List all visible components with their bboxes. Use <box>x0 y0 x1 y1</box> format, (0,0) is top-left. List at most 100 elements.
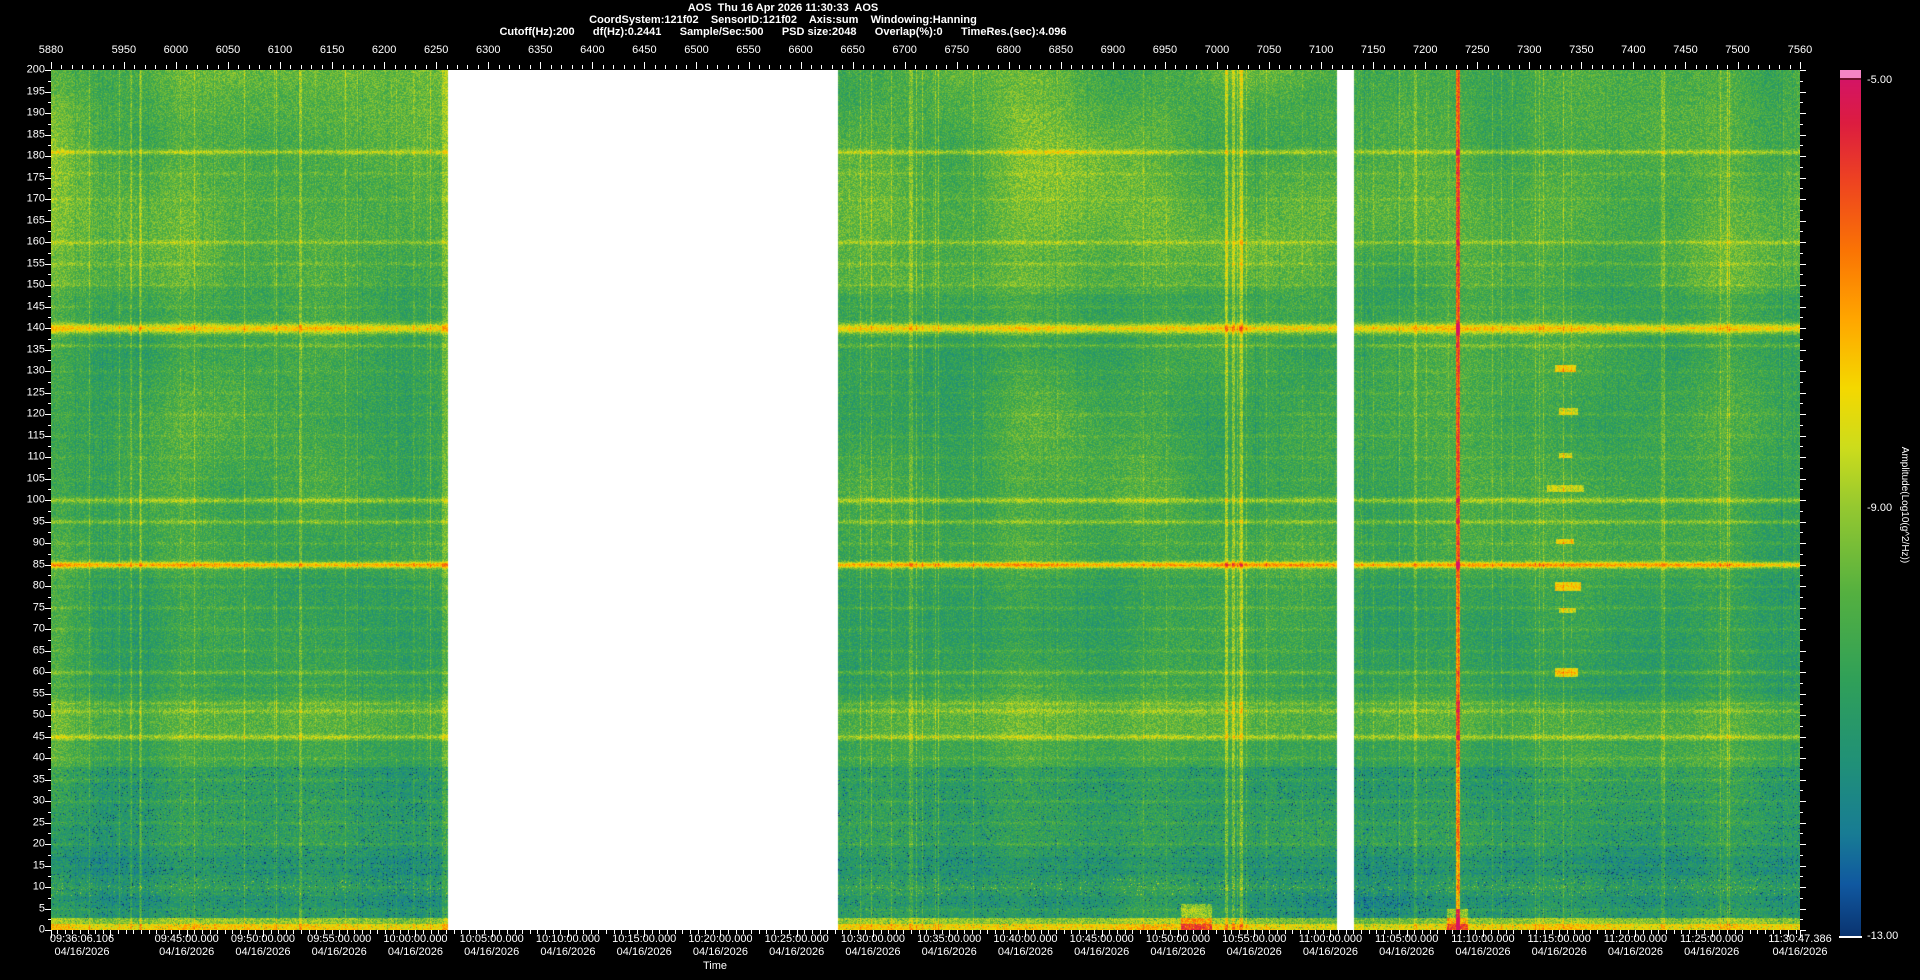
freq-tick-label: 0 <box>38 923 45 936</box>
time-minor-tick <box>507 930 508 934</box>
date-label: 04/16/2026 <box>159 946 215 958</box>
time-minor-tick <box>1628 930 1629 934</box>
freq-major-tick-right <box>1800 135 1806 136</box>
time-minor-tick <box>1445 930 1446 934</box>
freq-tick-label: 120 <box>26 407 45 420</box>
record-minor-tick <box>1467 65 1468 69</box>
date-label: 04/16/2026 <box>1150 946 1206 958</box>
record-minor-tick <box>218 65 219 69</box>
colorbar-gradient <box>1840 80 1861 936</box>
freq-tick-label: 15 <box>32 859 45 871</box>
record-minor-tick <box>1623 65 1624 69</box>
record-major-tick <box>1373 62 1374 69</box>
time-edge-tick <box>51 930 52 938</box>
time-minor-tick <box>1048 930 1049 934</box>
freq-minor-tick-right <box>1800 661 1803 662</box>
record-minor-tick <box>1144 65 1145 69</box>
time-minor-tick <box>194 930 195 934</box>
record-major-tick <box>1800 62 1801 69</box>
time-minor-tick <box>1536 930 1537 934</box>
record-minor-tick <box>842 65 843 69</box>
date-label: 04/16/2026 <box>1531 946 1587 958</box>
time-minor-tick <box>171 930 172 934</box>
record-tick-label: 6700 <box>892 44 917 56</box>
time-major-tick <box>949 930 950 937</box>
date-label: 04/16/2026 <box>311 946 367 958</box>
time-minor-tick <box>934 930 935 934</box>
freq-minor-tick-right <box>1800 812 1803 813</box>
time-minor-tick <box>919 930 920 934</box>
date-label: 04/16/2026 <box>1455 946 1511 958</box>
freq-major-tick-right <box>1800 823 1806 824</box>
time-minor-tick <box>88 930 89 934</box>
time-minor-tick <box>1376 930 1377 934</box>
time-major-tick <box>1483 930 1484 937</box>
freq-minor-tick-right <box>1800 640 1803 641</box>
record-tick-label: 7250 <box>1465 44 1490 56</box>
record-tick-label: 7200 <box>1412 44 1438 56</box>
time-minor-tick <box>1018 930 1019 934</box>
header-settings-line: CoordSystem:121f02 SensorID:121f02 Axis:… <box>589 14 977 26</box>
record-minor-tick <box>759 65 760 69</box>
freq-tick-label: 100 <box>26 493 45 506</box>
record-minor-tick <box>1155 65 1156 69</box>
freq-tick-label: 160 <box>26 235 45 248</box>
time-minor-tick <box>690 930 691 934</box>
record-minor-tick <box>884 65 885 69</box>
time-minor-tick <box>1491 930 1492 934</box>
time-minor-tick <box>1323 930 1324 934</box>
time-minor-tick <box>682 930 683 934</box>
time-minor-tick <box>240 930 241 934</box>
time-minor-tick <box>774 930 775 934</box>
freq-major-tick-right <box>1800 586 1806 587</box>
freq-major-tick-right <box>1800 436 1806 437</box>
time-minor-tick <box>1590 930 1591 934</box>
record-minor-tick <box>1436 65 1437 69</box>
record-minor-tick <box>197 65 198 69</box>
record-minor-tick <box>249 65 250 69</box>
freq-minor-tick-right <box>1800 274 1803 275</box>
record-minor-tick <box>1134 65 1135 69</box>
record-minor-tick <box>624 65 625 69</box>
time-minor-tick <box>1369 930 1370 934</box>
time-minor-tick <box>1170 930 1171 934</box>
time-major-tick <box>1025 930 1026 937</box>
time-minor-tick <box>1513 930 1514 934</box>
time-minor-tick <box>1750 930 1751 934</box>
record-major-tick <box>228 62 229 69</box>
time-minor-tick <box>1468 930 1469 934</box>
freq-minor-tick-right <box>1800 790 1803 791</box>
time-minor-tick <box>1346 930 1347 934</box>
record-minor-tick <box>93 65 94 69</box>
time-minor-tick <box>1208 930 1209 934</box>
date-label: 04/16/2026 <box>769 946 825 958</box>
record-minor-tick <box>1123 65 1124 69</box>
record-minor-tick <box>1394 65 1395 69</box>
freq-tick-label: 75 <box>32 601 45 613</box>
time-minor-tick <box>1140 930 1141 934</box>
record-minor-tick <box>519 65 520 69</box>
time-minor-tick <box>324 930 325 934</box>
date-label: 04/16/2026 <box>1772 946 1828 958</box>
colorbar-end-tick <box>1839 936 1862 938</box>
record-minor-tick <box>259 65 260 69</box>
date-label: 04/16/2026 <box>235 946 291 958</box>
record-minor-tick <box>769 65 770 69</box>
time-minor-tick <box>987 930 988 934</box>
freq-major-tick-right <box>1800 414 1806 415</box>
freq-major-tick-right <box>1800 629 1806 630</box>
time-minor-tick <box>972 930 973 934</box>
freq-tick-label: 140 <box>26 321 45 334</box>
record-minor-tick <box>707 65 708 69</box>
record-minor-tick <box>603 65 604 69</box>
time-major-tick <box>415 930 416 937</box>
colorbar-tick-label: -5.00 <box>1867 74 1893 86</box>
time-minor-tick <box>995 930 996 934</box>
freq-major-tick-right <box>1800 522 1806 523</box>
time-minor-tick <box>1109 930 1110 934</box>
freq-minor-tick-right <box>1800 145 1803 146</box>
record-minor-tick <box>561 65 562 69</box>
time-minor-tick <box>1277 930 1278 934</box>
time-minor-tick <box>347 930 348 934</box>
window-title: AOS Thu 16 Apr 2026 11:30:33 AOS <box>687 2 879 14</box>
